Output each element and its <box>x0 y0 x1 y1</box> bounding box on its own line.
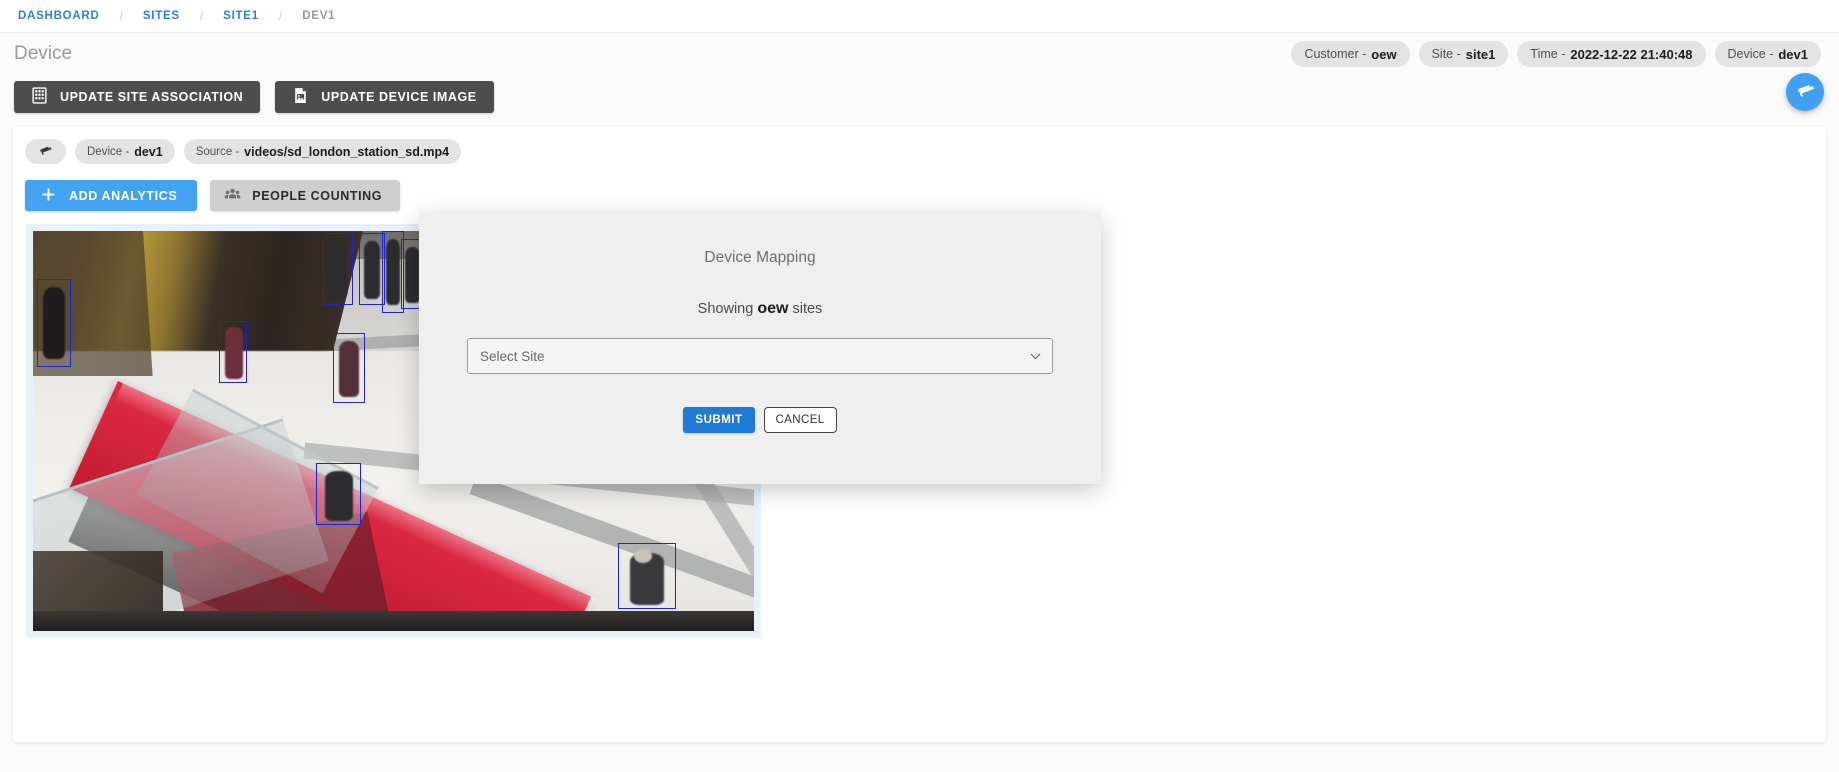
cctv-camera-icon <box>1795 80 1816 104</box>
building-grid-icon <box>31 87 48 107</box>
people-group-icon <box>224 187 241 205</box>
site-select-placeholder: Select Site <box>480 349 545 364</box>
site-chip: Site - site1 <box>1419 41 1509 67</box>
submit-button[interactable]: SUBMIT <box>683 407 754 433</box>
chevron-down-icon <box>1030 347 1041 365</box>
breadcrumb-item-dashboard[interactable]: DASHBOARD <box>14 10 104 22</box>
cctv-camera-icon <box>37 143 54 161</box>
site-chip-value: site1 <box>1466 47 1496 62</box>
panel-device-value: dev1 <box>134 145 163 159</box>
plus-icon <box>41 187 56 205</box>
detection-box <box>323 233 353 305</box>
showing-prefix: Showing <box>698 301 754 317</box>
customer-chip-key: Customer - <box>1304 47 1366 61</box>
camera-icon-chip <box>25 139 66 164</box>
site-select[interactable]: Select Site <box>467 338 1053 374</box>
time-chip: Time - 2022-12-22 21:40:48 <box>1517 41 1705 67</box>
device-chip-value: dev1 <box>1778 47 1808 62</box>
device-chip-key: Device - <box>1728 47 1774 61</box>
panel-source-chip: Source - videos/sd_london_station_sd.mp4 <box>184 139 461 164</box>
update-site-association-button[interactable]: UPDATE SITE ASSOCIATION <box>14 81 260 113</box>
device-mapping-dialog: Device Mapping Showing oew sites Select … <box>419 212 1101 484</box>
image-file-icon <box>292 87 309 107</box>
breadcrumb-separator: / <box>104 9 139 23</box>
breadcrumb-separator: / <box>263 9 298 23</box>
detection-box <box>219 321 247 383</box>
customer-chip-value: oew <box>1371 47 1396 62</box>
site-chip-key: Site - <box>1432 47 1461 61</box>
action-button-row: UPDATE SITE ASSOCIATION UPDATE DEVICE IM… <box>0 75 1839 127</box>
analytic-tab-label: PEOPLE COUNTING <box>252 189 382 203</box>
context-chip-group: Customer - oew Site - site1 Time - 2022-… <box>1291 41 1821 67</box>
update-device-image-label: UPDATE DEVICE IMAGE <box>321 90 476 104</box>
breadcrumb-item-site1[interactable]: SITE1 <box>219 10 263 22</box>
page-title: Device <box>14 43 72 65</box>
panel-source-value: videos/sd_london_station_sd.mp4 <box>244 145 449 159</box>
dialog-title: Device Mapping <box>704 249 815 267</box>
update-site-association-label: UPDATE SITE ASSOCIATION <box>60 90 243 104</box>
analytics-row: ADD ANALYTICS PEOPLE COUNTING <box>13 180 1826 211</box>
update-device-image-button[interactable]: UPDATE DEVICE IMAGE <box>275 81 493 113</box>
breadcrumb: DASHBOARD / SITES / SITE1 / DEV1 <box>0 0 1839 33</box>
analytic-tab-people-counting[interactable]: PEOPLE COUNTING <box>210 180 400 211</box>
breadcrumb-item-dev1: DEV1 <box>298 10 339 22</box>
add-analytics-button[interactable]: ADD ANALYTICS <box>25 180 197 211</box>
detection-box <box>37 279 71 367</box>
device-chip-row: Device - dev1 Source - videos/sd_london_… <box>13 139 1826 164</box>
dialog-actions: SUBMIT CANCEL <box>683 407 836 433</box>
detection-box <box>618 543 676 609</box>
panel-device-key: Device - <box>87 146 129 158</box>
breadcrumb-item-sites[interactable]: SITES <box>139 10 184 22</box>
breadcrumb-separator: / <box>184 9 219 23</box>
panel-source-key: Source - <box>196 146 239 158</box>
time-chip-value: 2022-12-22 21:40:48 <box>1570 47 1692 62</box>
panel-device-chip: Device - dev1 <box>75 139 175 164</box>
dialog-subtitle: Showing oew sites <box>698 300 823 318</box>
detection-box <box>316 463 361 525</box>
customer-chip: Customer - oew <box>1291 41 1409 67</box>
add-camera-fab[interactable] <box>1786 73 1824 111</box>
add-analytics-label: ADD ANALYTICS <box>69 189 177 203</box>
page-header: Device Customer - oew Site - site1 Time … <box>0 33 1839 75</box>
time-chip-key: Time - <box>1530 47 1565 61</box>
device-chip: Device - dev1 <box>1715 41 1821 67</box>
showing-suffix: sites <box>792 301 822 317</box>
cancel-button[interactable]: CANCEL <box>764 407 837 433</box>
showing-customer-value: oew <box>757 300 788 317</box>
detection-box <box>333 333 365 403</box>
